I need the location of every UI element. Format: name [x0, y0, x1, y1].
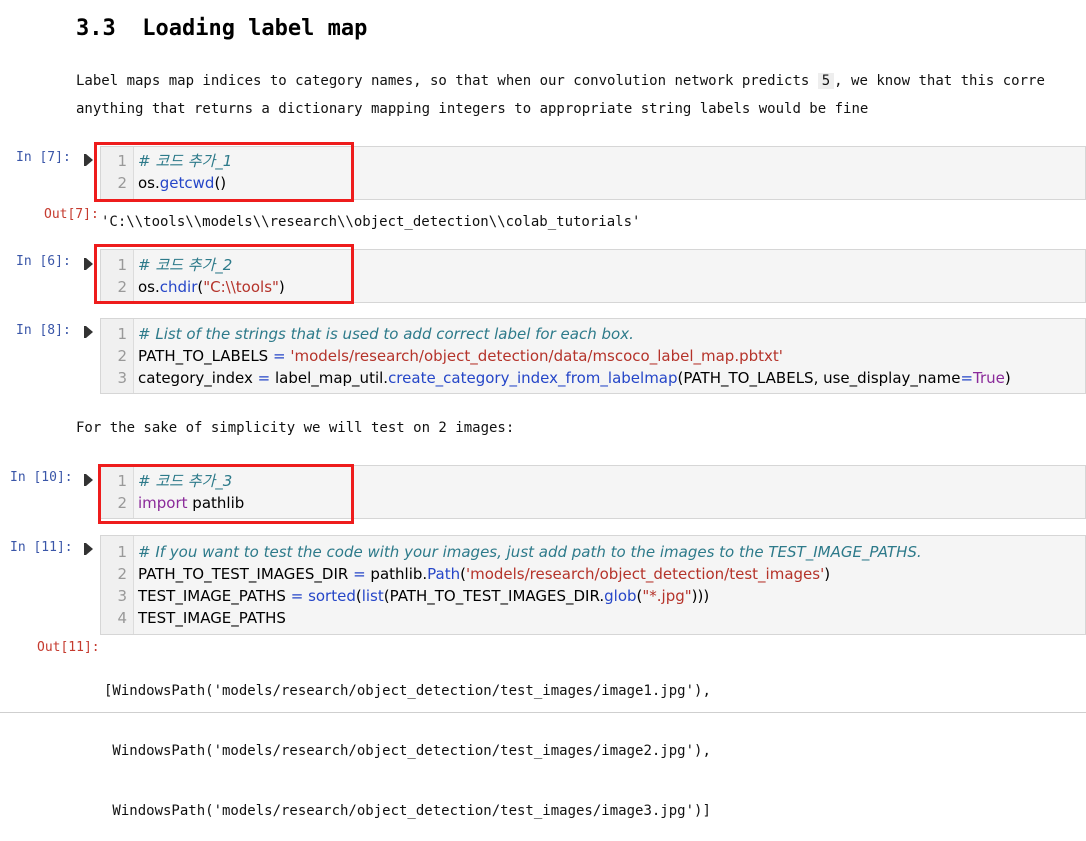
- paragraph-text-tail: , we know that this corre: [834, 73, 1045, 89]
- code-line[interactable]: 1 # List of the strings that is used to a…: [101, 323, 1085, 345]
- code-token: 'models/research/object_detection/test_i…: [465, 565, 825, 583]
- paragraph-line-1: Label maps map indices to category names…: [76, 73, 1045, 89]
- highlight-box: [94, 142, 354, 202]
- output-prompt: Out[11]:: [37, 640, 100, 655]
- code-token: # If you want to test the code with your…: [138, 543, 922, 561]
- cell-output: 'C:\\tools\\models\\research\\object_det…: [101, 214, 641, 230]
- line-number: 1: [117, 325, 127, 343]
- code-text[interactable]: PATH_TO_LABELS = 'models/research/object…: [138, 345, 783, 367]
- code-token: "*.jpg": [642, 587, 692, 605]
- input-prompt: In [6]:: [16, 254, 71, 269]
- code-cell[interactable]: 1 # If you want to test the code with you…: [100, 535, 1086, 635]
- code-token: PATH_TO_TEST_IMAGES_DIR: [138, 565, 354, 583]
- inline-code: 5: [817, 73, 835, 89]
- section-heading: 3.3 Loading label map: [76, 16, 368, 41]
- run-cell-icon[interactable]: [84, 474, 93, 486]
- code-token: (PATH_TO_TEST_IMAGES_DIR.: [383, 587, 605, 605]
- paragraph-line-2: anything that returns a dictionary mappi…: [76, 101, 869, 117]
- line-number: 4: [117, 609, 127, 627]
- line-number: 1: [117, 543, 127, 561]
- code-token: TEST_IMAGE_PATHS: [138, 587, 291, 605]
- code-token: category_index: [138, 369, 258, 387]
- code-cell[interactable]: 1 # List of the strings that is used to a…: [100, 318, 1086, 394]
- output-line: [WindowsPath('models/research/object_det…: [104, 683, 711, 699]
- code-token: create_category_index_from_labelmap: [388, 369, 678, 387]
- paragraph-text: Label maps map indices to category names…: [76, 73, 818, 89]
- input-prompt: In [8]:: [16, 323, 71, 338]
- line-number: 3: [117, 369, 127, 387]
- code-token: =: [257, 369, 271, 387]
- code-token: TEST_IMAGE_PATHS: [138, 609, 286, 627]
- code-token: glob: [604, 587, 637, 605]
- code-token: True: [973, 369, 1005, 387]
- line-number: 2: [117, 347, 127, 365]
- code-text[interactable]: TEST_IMAGE_PATHS = sorted(list(PATH_TO_T…: [138, 585, 709, 607]
- code-token: sorted: [308, 587, 356, 605]
- code-line[interactable]: 2 PATH_TO_LABELS = 'models/research/objec…: [101, 345, 1085, 367]
- code-token: label_map_util.: [270, 369, 389, 387]
- highlight-box: [94, 244, 354, 304]
- code-text[interactable]: # List of the strings that is used to ad…: [138, 323, 634, 345]
- run-cell-icon[interactable]: [84, 154, 93, 166]
- code-token: =: [290, 587, 304, 605]
- code-token: =: [353, 565, 366, 583]
- divider: [0, 712, 1086, 713]
- cell-output: [WindowsPath('models/research/object_det…: [104, 641, 711, 841]
- code-text[interactable]: PATH_TO_TEST_IMAGES_DIR = pathlib.Path('…: [138, 563, 830, 585]
- code-token: pathlib.: [365, 565, 428, 583]
- output-line: WindowsPath('models/research/object_dete…: [104, 743, 711, 759]
- code-token: ): [824, 565, 831, 583]
- code-line[interactable]: 1 # If you want to test the code with you…: [101, 541, 1085, 563]
- code-line[interactable]: 2 PATH_TO_TEST_IMAGES_DIR = pathlib.Path(…: [101, 563, 1085, 585]
- code-text[interactable]: # If you want to test the code with your…: [138, 541, 922, 563]
- code-token: ))): [691, 587, 710, 605]
- run-cell-icon[interactable]: [84, 543, 93, 555]
- code-token: # List of the strings that is used to ad…: [138, 325, 634, 343]
- code-text[interactable]: TEST_IMAGE_PATHS: [138, 607, 286, 629]
- input-prompt: In [11]:: [10, 540, 73, 555]
- input-prompt: In [7]:: [16, 150, 71, 165]
- code-text[interactable]: category_index = label_map_util.create_c…: [138, 367, 1011, 389]
- code-line[interactable]: 3 TEST_IMAGE_PATHS = sorted(list(PATH_TO_…: [101, 585, 1085, 607]
- code-token: ): [1004, 369, 1011, 387]
- code-token: Path: [427, 565, 461, 583]
- run-cell-icon[interactable]: [84, 326, 93, 338]
- code-line[interactable]: 4 TEST_IMAGE_PATHS: [101, 607, 1085, 629]
- output-line: WindowsPath('models/research/object_dete…: [104, 803, 711, 819]
- paragraph-simplicity: For the sake of simplicity we will test …: [76, 420, 515, 436]
- input-prompt: In [10]:: [10, 470, 73, 485]
- code-token: list: [361, 587, 384, 605]
- code-token: PATH_TO_LABELS: [138, 347, 273, 365]
- output-prompt: Out[7]:: [44, 207, 99, 222]
- code-token: 'models/research/object_detection/data/m…: [290, 347, 783, 365]
- code-token: =: [272, 347, 286, 365]
- code-line[interactable]: 3 category_index = label_map_util.create_…: [101, 367, 1085, 389]
- line-number: 3: [117, 587, 127, 605]
- code-token: =: [960, 369, 974, 387]
- code-token: (PATH_TO_LABELS, use_display_name: [677, 369, 961, 387]
- run-cell-icon[interactable]: [84, 258, 93, 270]
- highlight-box: [98, 464, 354, 524]
- line-number: 2: [117, 565, 127, 583]
